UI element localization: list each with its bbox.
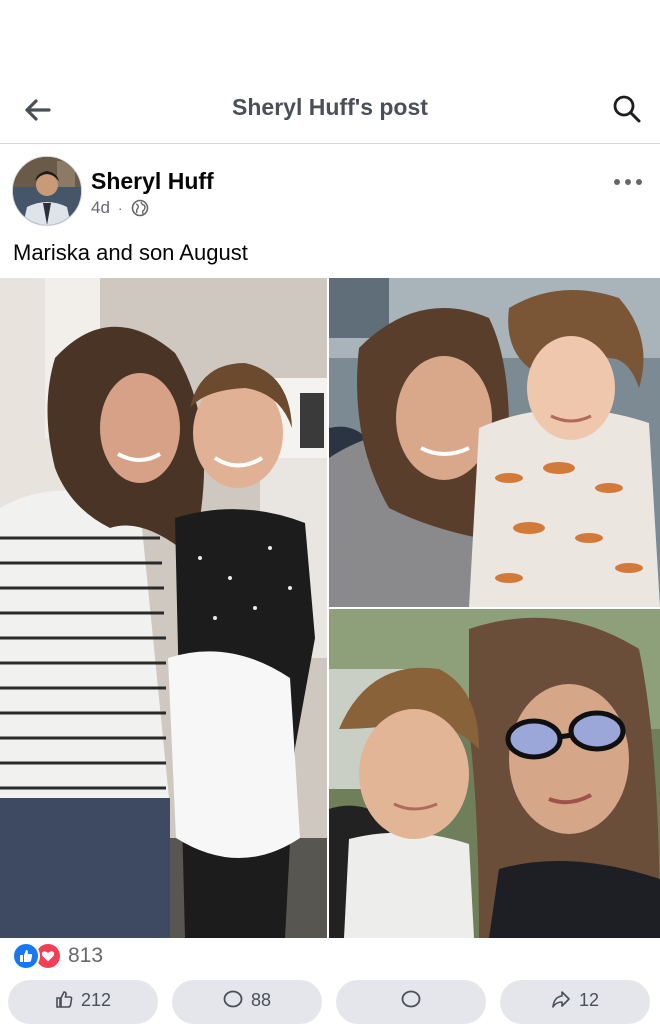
reaction-summary[interactable]: 813: [12, 942, 103, 970]
messenger-button[interactable]: [336, 980, 486, 1024]
like-reaction-icon: [12, 942, 40, 970]
more-horizontal-icon: [614, 179, 642, 185]
photo-1[interactable]: [0, 278, 327, 938]
more-options-button[interactable]: [608, 170, 648, 194]
meta-separator: ·: [117, 200, 123, 216]
post-caption: Mariska and son August: [13, 240, 248, 265]
comment-button[interactable]: 88: [172, 980, 322, 1024]
search-icon: [613, 95, 641, 123]
like-count: 212: [80, 990, 112, 1010]
like-button[interactable]: 212: [8, 980, 158, 1024]
action-bar: 212 88 12: [0, 980, 660, 1024]
photo-3[interactable]: [329, 609, 660, 938]
thumbs-up-icon: [56, 991, 73, 1008]
comment-count: 88: [250, 990, 272, 1010]
messenger-icon: [401, 990, 421, 1008]
share-button[interactable]: 12: [500, 980, 650, 1024]
post-header: Sheryl Huff 4d ·: [0, 150, 660, 230]
globe-icon[interactable]: [131, 199, 149, 217]
search-button[interactable]: [608, 90, 646, 128]
share-count: 12: [578, 990, 600, 1010]
photo-2[interactable]: [329, 278, 660, 607]
photo-grid: [0, 278, 660, 938]
author-name[interactable]: Sheryl Huff: [91, 168, 214, 195]
reaction-icons: [12, 942, 62, 970]
share-icon: [552, 991, 570, 1008]
top-bar: Sheryl Huff's post: [0, 80, 660, 144]
post-meta: 4d ·: [91, 198, 149, 218]
page-title: Sheryl Huff's post: [232, 94, 428, 120]
avatar[interactable]: [12, 156, 82, 226]
reaction-count: 813: [68, 944, 104, 967]
comment-icon: [223, 990, 243, 1008]
post-time[interactable]: 4d: [91, 198, 110, 218]
